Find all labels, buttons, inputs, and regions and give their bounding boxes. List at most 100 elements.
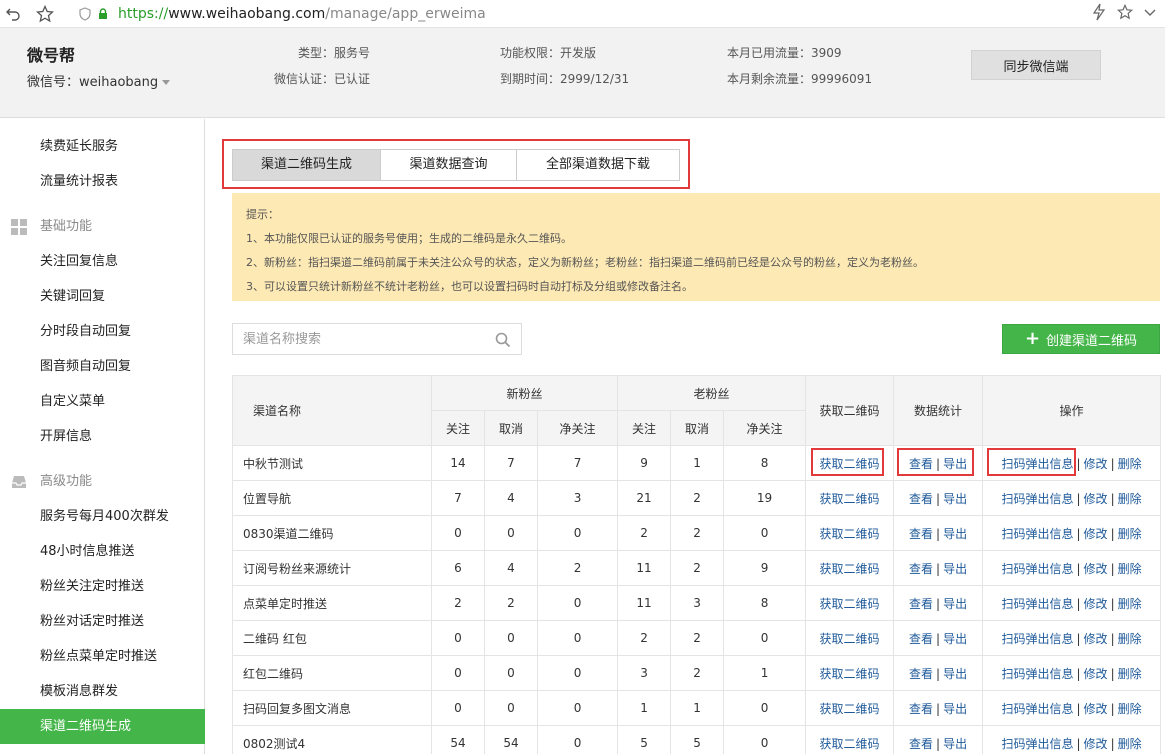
export-link[interactable]: 导出 xyxy=(943,562,967,576)
edit-link[interactable]: 修改 xyxy=(1084,667,1108,681)
table-row: 0830渠道二维码 0 0 0 2 2 0 获取二维码 查看 | 导出 扫码弹出信息 | 修改 | 删除 xyxy=(232,515,1162,551)
scan-popup-link[interactable]: 扫码弹出信息 xyxy=(1001,457,1073,471)
sidebar-item-template-broadcast[interactable]: 模板消息群发 xyxy=(0,674,205,709)
get-qr-link[interactable]: 获取二维码 xyxy=(820,492,880,506)
sidebar-item-monthly-broadcast[interactable]: 服务号每月400次群发 xyxy=(0,499,205,534)
sidebar-item-traffic-report[interactable]: 流量统计报表 xyxy=(0,164,205,199)
export-link[interactable]: 导出 xyxy=(943,457,967,471)
get-qr-link[interactable]: 获取二维码 xyxy=(820,457,880,471)
tab-channel-qr[interactable]: 渠道二维码生成 xyxy=(233,150,381,180)
scan-popup-link[interactable]: 扫码弹出信息 xyxy=(1001,667,1073,681)
tab-download-all[interactable]: 全部渠道数据下载 xyxy=(517,150,679,180)
new-fans-cell: 2 xyxy=(431,585,485,621)
delete-link[interactable]: 删除 xyxy=(1118,492,1142,506)
old-fans-cell: 2 xyxy=(617,620,672,656)
view-link[interactable]: 查看 xyxy=(909,632,933,646)
export-link[interactable]: 导出 xyxy=(943,492,967,506)
sidebar-item-follow-reply[interactable]: 关注回复信息 xyxy=(0,244,205,279)
table-row: 扫码回复多图文消息 0 0 0 1 1 0 获取二维码 查看 | 导出 扫码弹出信息 | 修改 | 删除 xyxy=(232,690,1162,726)
get-qr-link[interactable]: 获取二维码 xyxy=(820,632,880,646)
old-fans-cell: 1 xyxy=(617,690,672,726)
export-link[interactable]: 导出 xyxy=(943,737,967,751)
header-new-fans: 新粉丝 xyxy=(430,375,619,411)
view-link[interactable]: 查看 xyxy=(909,527,933,541)
scan-popup-link[interactable]: 扫码弹出信息 xyxy=(1001,562,1073,576)
permission-level: 功能权限：开发版 xyxy=(500,46,597,60)
delete-link[interactable]: 删除 xyxy=(1118,527,1142,541)
edit-link[interactable]: 修改 xyxy=(1084,562,1108,576)
tab-channel-query[interactable]: 渠道数据查询 xyxy=(381,150,517,180)
export-link[interactable]: 导出 xyxy=(943,632,967,646)
sidebar-item-follow-timed-push[interactable]: 粉丝关注定时推送 xyxy=(0,569,205,604)
sync-wechat-button[interactable]: 同步微信端 xyxy=(971,50,1101,80)
edit-link[interactable]: 修改 xyxy=(1084,457,1108,471)
delete-link[interactable]: 删除 xyxy=(1118,632,1142,646)
sidebar-item-timed-reply[interactable]: 分时段自动回复 xyxy=(0,314,205,349)
favorite-star-icon[interactable] xyxy=(1116,3,1134,25)
channel-name-cell: 0802测试4 xyxy=(232,725,432,754)
sidebar-item-custom-menu[interactable]: 自定义菜单 xyxy=(0,384,205,419)
scan-popup-link[interactable]: 扫码弹出信息 xyxy=(1001,527,1073,541)
scan-popup-link[interactable]: 扫码弹出信息 xyxy=(1001,597,1073,611)
search-input[interactable] xyxy=(233,324,483,354)
view-link[interactable]: 查看 xyxy=(909,492,933,506)
old-fans-cell: 0 xyxy=(723,690,807,726)
sidebar-item-splash-info[interactable]: 开屏信息 xyxy=(0,419,205,454)
edit-link[interactable]: 修改 xyxy=(1084,597,1108,611)
export-link[interactable]: 导出 xyxy=(943,702,967,716)
edit-link[interactable]: 修改 xyxy=(1084,527,1108,541)
scan-popup-link[interactable]: 扫码弹出信息 xyxy=(1001,737,1073,751)
get-qr-link[interactable]: 获取二维码 xyxy=(820,702,880,716)
view-link[interactable]: 查看 xyxy=(909,562,933,576)
view-link[interactable]: 查看 xyxy=(909,667,933,681)
channel-name-cell: 点菜单定时推送 xyxy=(232,585,432,621)
create-channel-qr-button[interactable]: + 创建渠道二维码 xyxy=(1002,324,1160,354)
sidebar-item-media-reply[interactable]: 图音频自动回复 xyxy=(0,349,205,384)
scan-popup-link[interactable]: 扫码弹出信息 xyxy=(1001,632,1073,646)
get-qr-link[interactable]: 获取二维码 xyxy=(820,737,880,751)
scan-popup-link[interactable]: 扫码弹出信息 xyxy=(1001,702,1073,716)
new-fans-cell: 54 xyxy=(431,725,485,754)
delete-link[interactable]: 删除 xyxy=(1118,457,1142,471)
delete-link[interactable]: 删除 xyxy=(1118,702,1142,716)
old-fans-cell: 11 xyxy=(617,550,672,586)
ops-cell: 扫码弹出信息 | 修改 | 删除 xyxy=(982,480,1162,516)
bookmark-star-icon[interactable] xyxy=(34,3,56,25)
sidebar-item-chat-timed-push[interactable]: 粉丝对话定时推送 xyxy=(0,604,205,639)
sidebar-item-menu-timed-push[interactable]: 粉丝点菜单定时推送 xyxy=(0,639,205,674)
view-link[interactable]: 查看 xyxy=(909,457,933,471)
get-qr-link[interactable]: 获取二维码 xyxy=(820,562,880,576)
delete-link[interactable]: 删除 xyxy=(1118,562,1142,576)
account-selector[interactable]: 微信号：weihaobang xyxy=(27,71,171,90)
lightning-icon[interactable] xyxy=(1091,3,1107,25)
export-link[interactable]: 导出 xyxy=(943,667,967,681)
delete-link[interactable]: 删除 xyxy=(1118,737,1142,751)
view-link[interactable]: 查看 xyxy=(909,597,933,611)
sidebar-item-renew[interactable]: 续费延长服务 xyxy=(0,129,205,164)
stats-cell: 查看 | 导出 xyxy=(893,725,984,754)
view-link[interactable]: 查看 xyxy=(909,702,933,716)
address-bar[interactable]: https://www.weihaobang.com/manage/app_er… xyxy=(118,6,486,22)
edit-link[interactable]: 修改 xyxy=(1084,737,1108,751)
scan-popup-link[interactable]: 扫码弹出信息 xyxy=(1001,492,1073,506)
sidebar-item-48h-push[interactable]: 48小时信息推送 xyxy=(0,534,205,569)
delete-link[interactable]: 删除 xyxy=(1118,597,1142,611)
get-qr-link[interactable]: 获取二维码 xyxy=(820,527,880,541)
edit-link[interactable]: 修改 xyxy=(1084,702,1108,716)
get-qr-link[interactable]: 获取二维码 xyxy=(820,597,880,611)
export-link[interactable]: 导出 xyxy=(943,527,967,541)
sidebar-item-keyword-reply[interactable]: 关键词回复 xyxy=(0,279,205,314)
get-qr-link[interactable]: 获取二维码 xyxy=(820,667,880,681)
view-link[interactable]: 查看 xyxy=(909,737,933,751)
tab-bar: 渠道二维码生成 渠道数据查询 全部渠道数据下载 xyxy=(232,149,680,181)
chevron-down-icon[interactable] xyxy=(1143,3,1157,25)
sidebar-item-channel-qr[interactable]: 渠道二维码生成 xyxy=(0,709,205,744)
old-fans-cell: 2 xyxy=(670,550,725,586)
back-icon[interactable] xyxy=(2,3,24,25)
edit-link[interactable]: 修改 xyxy=(1084,632,1108,646)
search-icon[interactable] xyxy=(495,332,511,348)
edit-link[interactable]: 修改 xyxy=(1084,492,1108,506)
export-link[interactable]: 导出 xyxy=(943,597,967,611)
delete-link[interactable]: 删除 xyxy=(1118,667,1142,681)
get-qr-cell: 获取二维码 xyxy=(805,515,895,551)
